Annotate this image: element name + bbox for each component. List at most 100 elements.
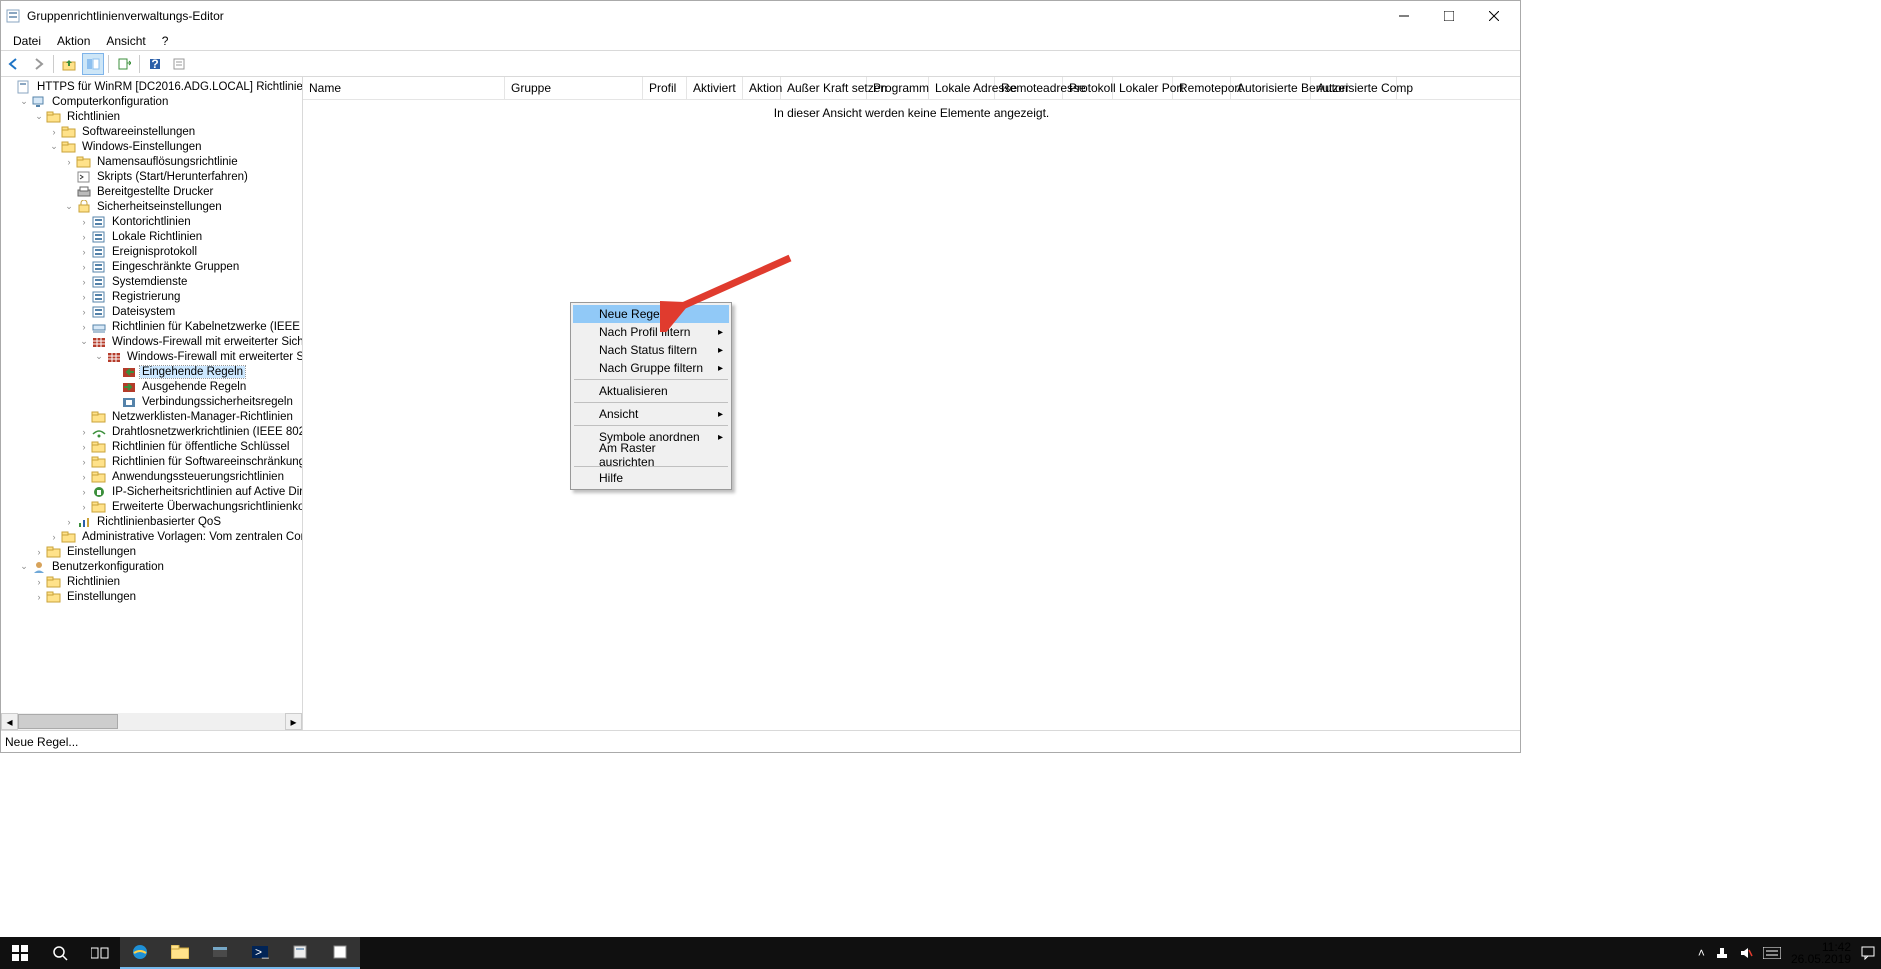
maximize-button[interactable]	[1426, 1, 1471, 31]
tray-network-icon[interactable]	[1715, 946, 1729, 960]
tree-node[interactable]: ⌄Windows-Firewall mit erweiterter Sicher…	[3, 334, 303, 349]
expand-icon[interactable]: ›	[78, 246, 90, 258]
collapse-icon[interactable]: ⌄	[63, 201, 75, 213]
tree-node[interactable]: ›Richtlinien für Softwareeinschränkung	[3, 454, 303, 469]
tree-node[interactable]: ›Richtlinienbasierter QoS	[3, 514, 303, 529]
column-header[interactable]: Remoteadresse	[995, 77, 1063, 99]
column-header[interactable]: Name	[303, 77, 505, 99]
task-gpme-editor[interactable]	[320, 937, 360, 969]
tree-node[interactable]: Verbindungssicherheitsregeln	[3, 394, 303, 409]
up-folder-button[interactable]	[58, 53, 80, 75]
menu-ansicht[interactable]: Ansicht	[98, 32, 153, 50]
tree-node[interactable]: ›Richtlinien für Kabelnetzwerke (IEEE 80…	[3, 319, 303, 334]
tree-node[interactable]: ›Erweiterte Überwachungsrichtlinienkonfi…	[3, 499, 303, 514]
context-menu-item[interactable]: Hilfe	[573, 469, 729, 487]
expand-icon[interactable]: ›	[78, 321, 90, 333]
tree-node[interactable]: Skripts (Start/Herunterfahren)	[3, 169, 303, 184]
expand-icon[interactable]: ›	[48, 126, 60, 138]
tree-node[interactable]: ›Lokale Richtlinien	[3, 229, 303, 244]
context-menu-item[interactable]: Neue Regel...	[573, 305, 729, 323]
tree-node[interactable]: ›Namensauflösungsrichtlinie	[3, 154, 303, 169]
minimize-button[interactable]	[1381, 1, 1426, 31]
tree-node[interactable]: Netzwerklisten-Manager-Richtlinien	[3, 409, 303, 424]
tree-node[interactable]: HTTPS für WinRM [DC2016.ADG.LOCAL] Richt…	[3, 79, 303, 94]
tray-up-icon[interactable]: ˄	[1698, 946, 1705, 960]
scroll-thumb[interactable]	[18, 714, 118, 729]
scroll-right-button[interactable]: ▸	[285, 713, 302, 730]
scroll-left-button[interactable]: ◂	[1, 713, 18, 730]
context-menu-item[interactable]: Am Raster ausrichten	[573, 446, 729, 464]
tree-node[interactable]: Eingehende Regeln	[3, 364, 303, 379]
column-header[interactable]: Aktiviert	[687, 77, 743, 99]
collapse-icon[interactable]: ⌄	[78, 336, 90, 348]
taskview-button[interactable]	[80, 937, 120, 969]
context-menu-item[interactable]: Nach Gruppe filtern	[573, 359, 729, 377]
expand-icon[interactable]: ›	[78, 306, 90, 318]
search-button[interactable]	[40, 937, 80, 969]
expand-icon[interactable]: ›	[78, 261, 90, 273]
tree-node[interactable]: ⌄Windows-Firewall mit erweiterter Sicher…	[3, 349, 303, 364]
menu-aktion[interactable]: Aktion	[49, 32, 98, 50]
action-center-icon[interactable]	[1861, 946, 1875, 960]
collapse-icon[interactable]: ⌄	[48, 141, 60, 153]
tree-node[interactable]: ›Systemdienste	[3, 274, 303, 289]
expand-icon[interactable]: ›	[78, 231, 90, 243]
start-button[interactable]	[0, 937, 40, 969]
expand-icon[interactable]: ›	[78, 216, 90, 228]
list-body[interactable]: In dieser Ansicht werden keine Elemente …	[303, 100, 1520, 730]
task-ie[interactable]	[120, 937, 160, 969]
column-header[interactable]: Profil	[643, 77, 687, 99]
tree-node[interactable]: ›Richtlinien für öffentliche Schlüssel	[3, 439, 303, 454]
expand-icon[interactable]: ›	[63, 516, 75, 528]
clock[interactable]: 11:4226.05.2019	[1791, 941, 1851, 965]
export-list-button[interactable]	[113, 53, 135, 75]
tree-node[interactable]: ›Administrative Vorlagen: Vom zentralen …	[3, 529, 303, 544]
taskbar[interactable]: >_ ˄ 11:4226.05.2019	[0, 937, 1881, 969]
tree-node[interactable]: ›Kontorichtlinien	[3, 214, 303, 229]
column-header[interactable]: Lokale Adresse	[929, 77, 995, 99]
tree-node[interactable]: ›Softwareeinstellungen	[3, 124, 303, 139]
collapse-icon[interactable]: ⌄	[93, 351, 105, 363]
help-button[interactable]: ?	[144, 53, 166, 75]
expand-icon[interactable]: ›	[78, 426, 90, 438]
context-menu-item[interactable]: Nach Profil filtern	[573, 323, 729, 341]
expand-icon[interactable]: ›	[63, 156, 75, 168]
tree-node[interactable]: ⌄Computerkonfiguration	[3, 94, 303, 109]
column-header[interactable]: Protokoll	[1063, 77, 1113, 99]
collapse-icon[interactable]: ⌄	[18, 96, 30, 108]
tree-node[interactable]: ⌄Benutzerkonfiguration	[3, 559, 303, 574]
expand-icon[interactable]: ›	[78, 441, 90, 453]
column-header[interactable]: Außer Kraft setzen	[781, 77, 867, 99]
column-header[interactable]: Lokaler Port	[1113, 77, 1173, 99]
tree-node[interactable]: ›Dateisystem	[3, 304, 303, 319]
tree-node[interactable]: ›Einstellungen	[3, 589, 303, 604]
collapse-icon[interactable]: ⌄	[18, 561, 30, 573]
context-menu-item[interactable]: Aktualisieren	[573, 382, 729, 400]
expand-icon[interactable]: ›	[78, 501, 90, 513]
tree-node[interactable]: ⌄Windows-Einstellungen	[3, 139, 303, 154]
tree-node[interactable]: ›Einstellungen	[3, 544, 303, 559]
expand-icon[interactable]: ›	[78, 486, 90, 498]
task-gpmc[interactable]	[280, 937, 320, 969]
column-header[interactable]: Autorisierte Benutzer	[1231, 77, 1311, 99]
tree-node[interactable]: ›Drahtlosnetzwerkrichtlinien (IEEE 802.1…	[3, 424, 303, 439]
collapse-icon[interactable]: ⌄	[33, 111, 45, 123]
tree-node[interactable]: ⌄Richtlinien	[3, 109, 303, 124]
tree-node[interactable]: Ausgehende Regeln	[3, 379, 303, 394]
column-header[interactable]: Aktion	[743, 77, 781, 99]
expand-icon[interactable]: ›	[78, 456, 90, 468]
tree-node[interactable]: ⌄Sicherheitseinstellungen	[3, 199, 303, 214]
task-powershell[interactable]: >_	[240, 937, 280, 969]
expand-icon[interactable]: ›	[33, 546, 45, 558]
tree-h-scrollbar[interactable]: ◂ ▸	[1, 713, 302, 730]
system-tray[interactable]: ˄ 11:4226.05.2019	[1692, 937, 1881, 969]
tree-node[interactable]: ›Anwendungssteuerungsrichtlinien	[3, 469, 303, 484]
close-button[interactable]	[1471, 1, 1516, 31]
column-header[interactable]: Autorisierte Comp	[1311, 77, 1397, 99]
menu-datei[interactable]: Datei	[5, 32, 49, 50]
context-menu-item[interactable]: Ansicht	[573, 405, 729, 423]
expand-icon[interactable]: ›	[78, 276, 90, 288]
expand-icon[interactable]: ›	[78, 291, 90, 303]
tree-node[interactable]: ›Eingeschränkte Gruppen	[3, 259, 303, 274]
tree-node[interactable]: ›Registrierung	[3, 289, 303, 304]
